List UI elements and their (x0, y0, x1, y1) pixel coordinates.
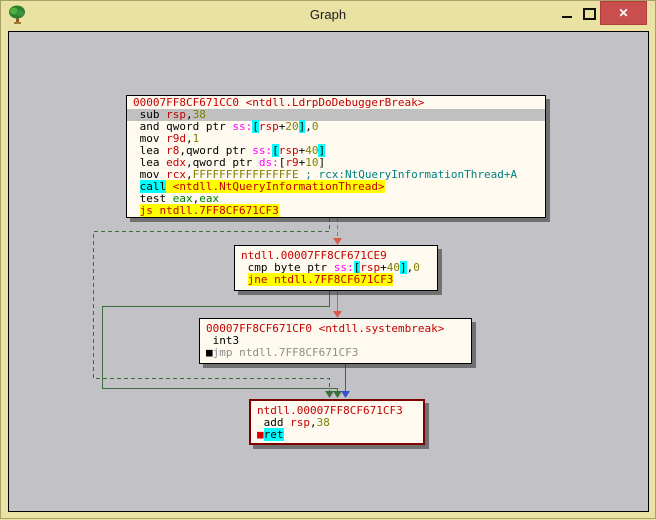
asm-line[interactable]: ■ret (251, 428, 423, 441)
block-body: int3 ■jmp ntdll.7FF8CF671CF3 (200, 335, 471, 359)
arrowhead-block4-in-taken-solid (333, 391, 342, 398)
edge-block1-block4-taken (93, 218, 330, 391)
asm-line[interactable]: jne ntdll.7FF8CF671CF3 (235, 273, 437, 286)
block-body: sub rsp,38 and qword ptr ss:[rsp+20],0 m… (127, 109, 545, 217)
basic-block-systembreak[interactable]: 00007FF8CF671CF0 <ntdll.systembreak> int… (199, 318, 472, 364)
arrowhead-block3-in (333, 311, 342, 318)
window-frame: { "window": { "title": "Graph", "close_g… (0, 0, 656, 519)
asm-line[interactable]: js ntdll.7FF8CF671CF3 (127, 204, 545, 217)
arrowhead-block4-in-unconditional (341, 391, 350, 398)
asm-line[interactable]: ■jmp ntdll.7FF8CF671CF3 (200, 347, 471, 359)
block-body: add rsp,38 ■ret (251, 417, 423, 441)
block-header: 00007FF8CF671CF0 <ntdll.systembreak> (206, 322, 445, 335)
basic-block-671CF3[interactable]: ntdll.00007FF8CF671CF3 add rsp,38 ■ret (249, 399, 425, 445)
basic-block-LdrpDoDebuggerBreak[interactable]: 00007FF8CF671CC0 <ntdll.LdrpDoDebuggerBr… (126, 95, 546, 218)
basic-block-671CE9[interactable]: ntdll.00007FF8CF671CE9 cmp byte ptr ss:[… (234, 245, 438, 291)
arrowhead-block4-in-taken-dashed (325, 391, 334, 398)
arrowhead-block2-in (333, 238, 342, 245)
graph-layer: 00007FF8CF671CC0 <ntdll.LdrpDoDebuggerBr… (1, 1, 656, 520)
block-body: cmp byte ptr ss:[rsp+40],0 jne ntdll.7FF… (235, 261, 437, 286)
